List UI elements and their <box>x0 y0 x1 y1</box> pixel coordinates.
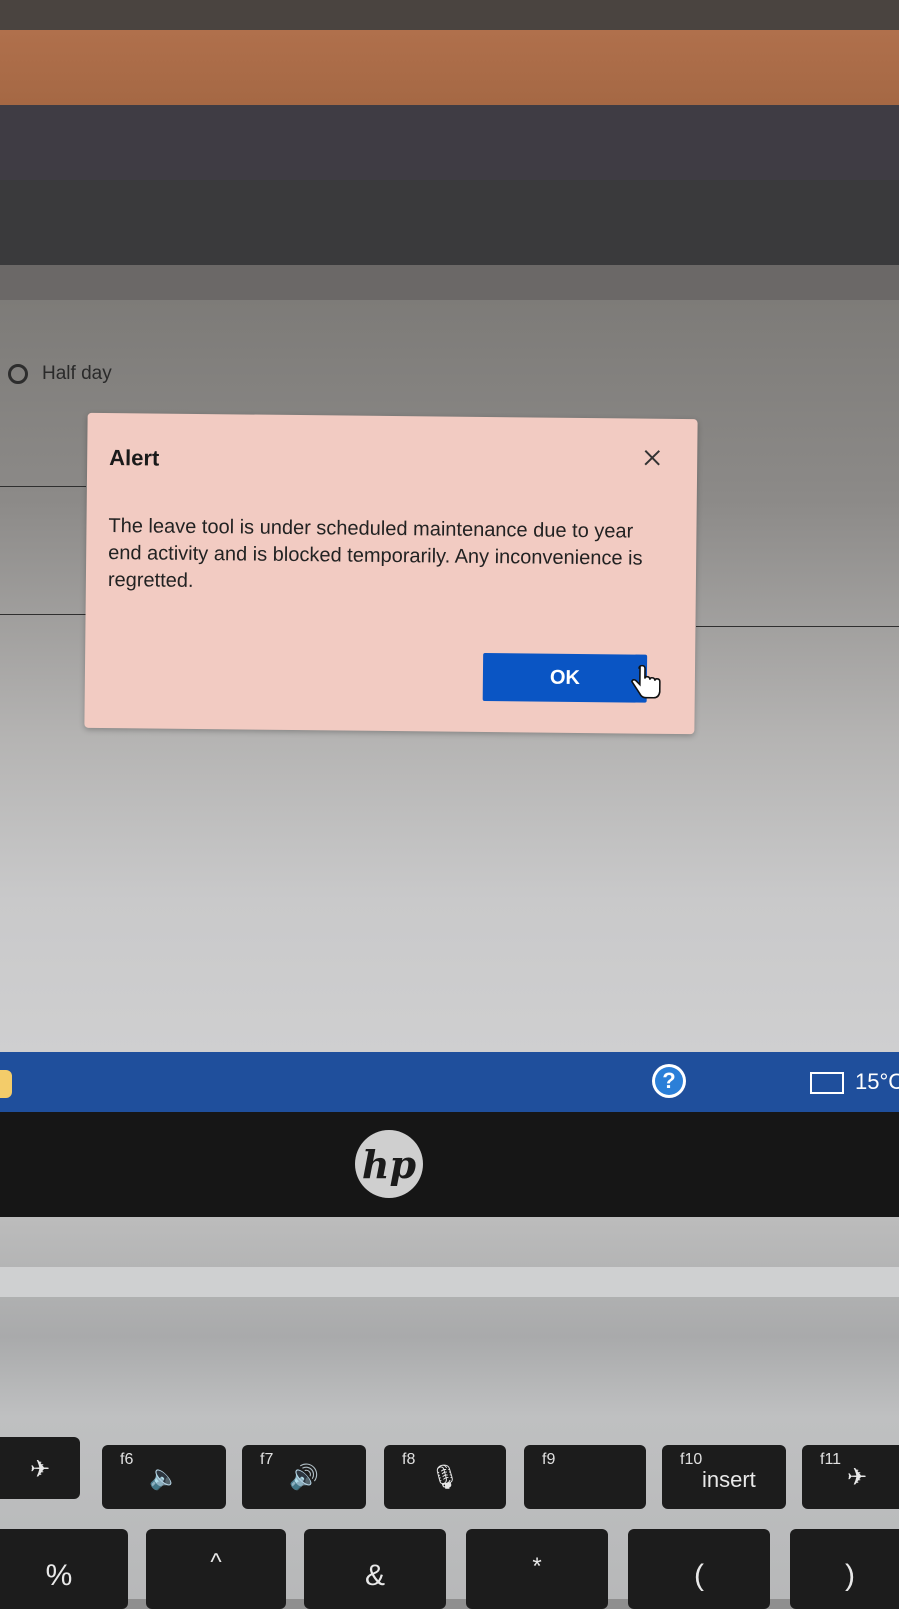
divider <box>0 486 86 487</box>
key-asterisk[interactable]: * <box>466 1529 608 1609</box>
divider <box>0 614 86 615</box>
key-f10-insert[interactable]: f10 insert <box>662 1445 786 1509</box>
laptop-bezel: hp <box>0 1112 899 1217</box>
news-icon[interactable] <box>810 1072 844 1094</box>
hinge <box>0 1267 899 1297</box>
hand-cursor-icon <box>630 664 661 699</box>
help-icon[interactable]: ? <box>652 1064 686 1098</box>
dialog-title: Alert <box>109 445 160 471</box>
key-f6[interactable]: f6 🔈 <box>102 1445 226 1509</box>
key-close-paren[interactable]: ) <box>790 1529 899 1609</box>
ok-button[interactable]: OK <box>482 652 648 703</box>
key-mute[interactable]: ✈ <box>0 1437 80 1499</box>
mute-icon: ✈ <box>29 1456 51 1483</box>
mic-mute-icon: 🎙 <box>429 1464 461 1491</box>
key-percent[interactable]: % <box>0 1529 128 1609</box>
alert-dialog: Alert The leave tool is under scheduled … <box>84 412 698 735</box>
laptop-chassis: ✈ f6 🔈 f7 🔊 f8 🎙 f9 f10 insert f11 ✈ % ^… <box>0 1217 899 1609</box>
key-ampersand[interactable]: & <box>304 1529 446 1609</box>
half-day-option[interactable]: Half day <box>8 363 112 385</box>
taskbar: ? 15°C <box>0 1052 899 1112</box>
key-f7[interactable]: f7 🔊 <box>242 1445 366 1509</box>
radio-label: Half day <box>42 363 112 384</box>
photo-band <box>0 0 899 30</box>
key-f8[interactable]: f8 🎙 <box>384 1445 506 1509</box>
radio-button[interactable] <box>8 364 28 384</box>
volume-down-icon: 🔈 <box>149 1464 179 1491</box>
temperature-text[interactable]: 15°C <box>855 1069 899 1095</box>
dialog-message: The leave tool is under scheduled mainte… <box>107 515 643 592</box>
divider <box>696 626 899 627</box>
key-f11[interactable]: f11 ✈ <box>802 1445 899 1509</box>
key-caret[interactable]: ^ <box>146 1529 286 1609</box>
tray-app-icon[interactable] <box>0 1070 12 1098</box>
key-open-paren[interactable]: ( <box>628 1529 770 1609</box>
hp-logo: hp <box>355 1130 423 1198</box>
ok-label: OK <box>549 666 581 689</box>
photo-band <box>0 30 899 105</box>
photo-band <box>0 105 899 180</box>
volume-up-icon: 🔊 <box>289 1464 319 1491</box>
close-icon[interactable] <box>641 447 663 469</box>
photo-band <box>0 180 899 265</box>
key-f9[interactable]: f9 <box>524 1445 646 1509</box>
airplane-icon: ✈ <box>846 1464 868 1491</box>
